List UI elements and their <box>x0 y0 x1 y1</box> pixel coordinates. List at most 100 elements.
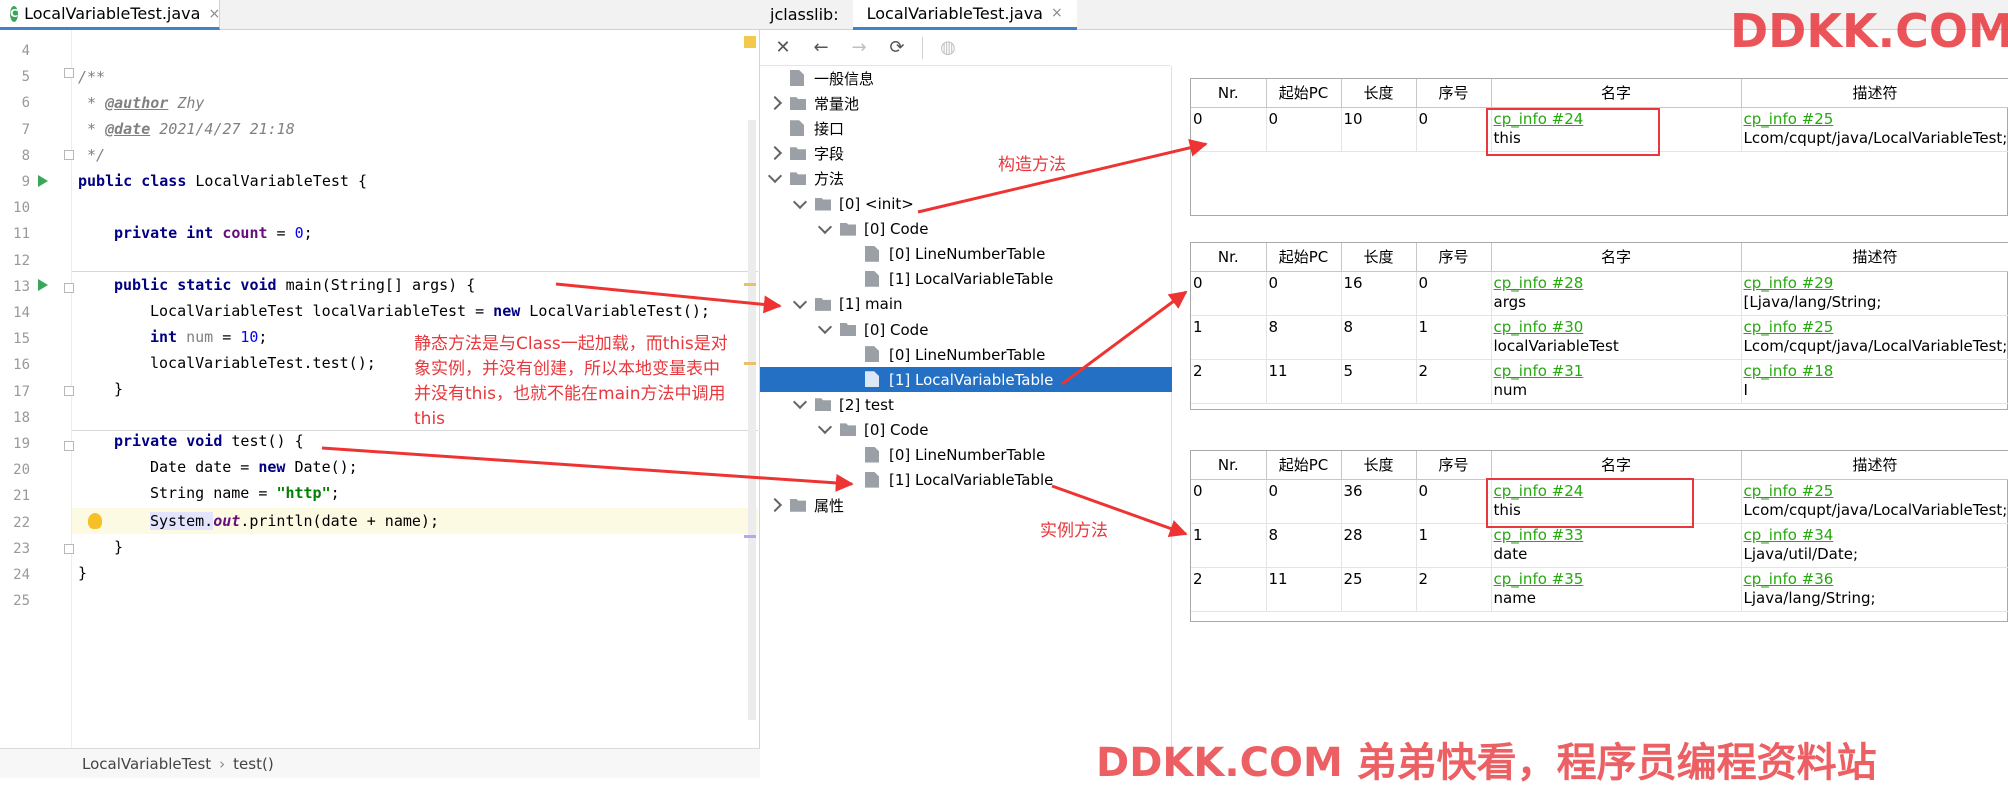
chevron-down-icon[interactable] <box>792 194 808 209</box>
jclasslib-tab-localvariabletest[interactable]: LocalVariableTest.java × <box>852 0 1077 30</box>
refresh-icon[interactable]: ⟳ <box>884 35 910 61</box>
tree-node[interactable]: [0] Code <box>760 417 1172 442</box>
column-header[interactable]: 描述符 <box>1741 451 2008 480</box>
cp-info-link[interactable]: cp_info #18 <box>1744 362 1834 380</box>
column-header[interactable]: 序号 <box>1416 243 1492 272</box>
tree-node[interactable]: [0] LineNumberTable <box>760 242 1172 267</box>
cell-desc-ref: cp_info #36 <box>1741 567 2008 589</box>
tree-node[interactable]: [2] test <box>760 392 1172 417</box>
column-header[interactable]: 描述符 <box>1741 243 2008 272</box>
column-header[interactable]: 描述符 <box>1741 79 2008 108</box>
chevron-right-icon[interactable] <box>767 497 783 512</box>
chevron-down-icon[interactable] <box>817 319 833 335</box>
chevron-down-icon[interactable] <box>817 420 833 435</box>
breadcrumb-method[interactable]: test() <box>233 755 274 773</box>
column-header[interactable]: Nr. <box>1191 243 1267 272</box>
cp-info-link[interactable]: cp_info #30 <box>1494 318 1584 336</box>
file-icon <box>865 270 879 287</box>
close-icon[interactable]: ✕ <box>770 35 796 61</box>
tree-node[interactable]: 字段 <box>760 141 1172 166</box>
scroll-marker[interactable] <box>744 283 756 286</box>
column-header[interactable]: Nr. <box>1191 451 1267 480</box>
jclasslib-panel: jclasslib: LocalVariableTest.java × ✕ ← … <box>760 0 2008 778</box>
table-row-detail[interactable]: args [Ljava/lang/String; <box>1191 293 2008 316</box>
editor-scrollbar[interactable] <box>748 120 756 720</box>
cp-info-link[interactable]: cp_info #28 <box>1494 274 1584 292</box>
jclasslib-tab-label: LocalVariableTest.java <box>866 3 1043 23</box>
cell-idx: 2 <box>1416 359 1492 381</box>
table-row-detail[interactable]: date Ljava/util/Date; <box>1191 545 2008 568</box>
chevron-down-icon[interactable] <box>792 395 808 410</box>
column-header[interactable]: 长度 <box>1341 243 1417 272</box>
cp-info-link[interactable]: cp_info #31 <box>1494 362 1584 380</box>
file-icon <box>865 471 879 488</box>
run-icon[interactable] <box>38 279 48 291</box>
cp-info-link[interactable]: cp_info #36 <box>1744 570 1834 588</box>
tree-node[interactable]: [1] LocalVariableTable <box>760 468 1172 493</box>
column-header[interactable]: 长度 <box>1341 79 1417 108</box>
tree-node[interactable]: [0] Code <box>760 217 1172 242</box>
table-row[interactable]: 2 11 25 2 cp_info #35 cp_info #36 <box>1191 567 2008 589</box>
column-header[interactable]: Nr. <box>1191 79 1267 108</box>
cp-info-link[interactable]: cp_info #35 <box>1494 570 1584 588</box>
tree-node[interactable]: [0] LineNumberTable <box>760 443 1172 468</box>
column-header[interactable]: 长度 <box>1341 451 1417 480</box>
cp-info-link[interactable]: cp_info #25 <box>1744 482 1834 500</box>
cp-info-link[interactable]: cp_info #33 <box>1494 526 1584 544</box>
table-row[interactable]: 2 11 5 2 cp_info #31 cp_info #18 <box>1191 359 2008 381</box>
table-row[interactable]: 0 0 16 0 cp_info #28 cp_info #29 <box>1191 271 2008 293</box>
code-line-16: localVariableTest.test(); <box>150 354 376 372</box>
forward-arrow-icon[interactable]: → <box>846 35 872 61</box>
table-row[interactable]: 1 8 8 1 cp_info #30 cp_info #25 <box>1191 315 2008 337</box>
folder-icon <box>815 398 831 412</box>
breadcrumb-class[interactable]: LocalVariableTest <box>82 755 211 773</box>
close-icon[interactable]: × <box>1051 5 1063 21</box>
scroll-marker[interactable] <box>744 362 756 365</box>
column-header[interactable]: 序号 <box>1416 79 1492 108</box>
chevron-down-icon[interactable] <box>767 169 783 184</box>
cp-info-link[interactable]: cp_info #25 <box>1744 110 1834 128</box>
warning-marker[interactable] <box>744 36 756 48</box>
tree-node[interactable]: [1] LocalVariableTable <box>760 367 1172 393</box>
table-row-detail[interactable]: num I <box>1191 381 2008 404</box>
back-arrow-icon[interactable]: ← <box>808 35 834 61</box>
tree-node[interactable]: 方法 <box>760 166 1172 191</box>
tree-node[interactable]: [0] Code <box>760 317 1172 342</box>
line-number: 23 <box>13 540 30 557</box>
tree-node[interactable]: 一般信息 <box>760 66 1172 91</box>
tree-node[interactable]: 属性 <box>760 493 1172 518</box>
column-header[interactable]: 名字 <box>1491 451 1742 480</box>
chevron-right-icon[interactable] <box>767 96 783 111</box>
chevron-down-icon[interactable] <box>817 219 833 234</box>
cp-info-link[interactable]: cp_info #29 <box>1744 274 1834 292</box>
table-row-detail[interactable]: name Ljava/lang/String; <box>1191 589 2008 612</box>
column-header[interactable]: 序号 <box>1416 451 1492 480</box>
cp-info-link[interactable]: cp_info #34 <box>1744 526 1834 544</box>
tree-node-label: [1] LocalVariableTable <box>889 270 1054 289</box>
watermark-top: DDKK.COM <box>1730 4 2008 58</box>
column-header[interactable]: 起始PC <box>1266 79 1342 108</box>
tree-node[interactable]: 接口 <box>760 116 1172 141</box>
column-header[interactable]: 起始PC <box>1266 451 1342 480</box>
column-header[interactable]: 名字 <box>1491 79 1742 108</box>
close-icon[interactable]: × <box>208 6 220 22</box>
cell-empty <box>1191 129 1267 152</box>
table-row-detail[interactable]: localVariableTest Lcom/cqupt/java/LocalVa… <box>1191 337 2008 360</box>
browser-icon[interactable]: ◍ <box>935 35 961 61</box>
tree-node[interactable]: [1] LocalVariableTable <box>760 267 1172 292</box>
run-icon[interactable] <box>38 175 48 187</box>
chevron-down-icon[interactable] <box>792 294 808 309</box>
tree-node[interactable]: [0] <init> <box>760 192 1172 217</box>
scroll-marker[interactable] <box>744 535 756 538</box>
column-header[interactable]: 起始PC <box>1266 243 1342 272</box>
tree-node[interactable]: [0] LineNumberTable <box>760 342 1172 367</box>
cell-empty <box>1191 293 1267 316</box>
tree-node[interactable]: 常量池 <box>760 91 1172 116</box>
cell-empty <box>1416 545 1492 568</box>
column-header[interactable]: 名字 <box>1491 243 1742 272</box>
class-structure-tree[interactable]: 一般信息 常量池 接口 字段 方法 [0] <init> [0] Code [0] LineN… <box>760 66 1172 778</box>
editor-tab-localvariabletest[interactable]: C LocalVariableTest.java × <box>0 0 220 30</box>
cp-info-link[interactable]: cp_info #25 <box>1744 318 1834 336</box>
tree-node[interactable]: [1] main <box>760 292 1172 317</box>
chevron-right-icon[interactable] <box>767 146 783 161</box>
